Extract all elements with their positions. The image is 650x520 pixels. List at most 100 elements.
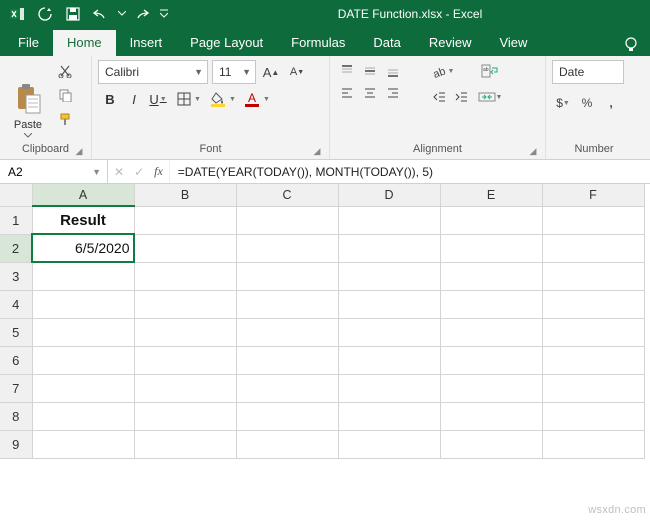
cell-F7[interactable] <box>542 374 644 402</box>
align-top-button[interactable] <box>336 60 358 82</box>
cell-A3[interactable] <box>32 262 134 290</box>
cell-A7[interactable] <box>32 374 134 402</box>
cell-A1[interactable]: Result <box>32 206 134 234</box>
increase-indent-button[interactable] <box>450 86 472 108</box>
cell-F4[interactable] <box>542 290 644 318</box>
tab-review[interactable]: Review <box>415 30 486 56</box>
enter-formula-icon[interactable]: ✓ <box>134 165 144 179</box>
align-bottom-button[interactable] <box>382 60 404 82</box>
row-header[interactable]: 2 <box>0 234 32 262</box>
cell-E6[interactable] <box>440 346 542 374</box>
cell-B4[interactable] <box>134 290 236 318</box>
align-middle-button[interactable] <box>359 60 381 82</box>
tab-page-layout[interactable]: Page Layout <box>176 30 277 56</box>
save-icon[interactable] <box>60 2 86 26</box>
number-format-select[interactable]: Date <box>552 60 624 84</box>
cell-D8[interactable] <box>338 402 440 430</box>
cell-E1[interactable] <box>440 206 542 234</box>
row-header[interactable]: 5 <box>0 318 32 346</box>
cell-F1[interactable] <box>542 206 644 234</box>
percent-format-button[interactable]: % <box>576 92 598 114</box>
tell-me-lightbulb-icon[interactable] <box>620 34 642 56</box>
cell-B3[interactable] <box>134 262 236 290</box>
orientation-button[interactable]: ab▼ <box>428 60 458 82</box>
cell-B8[interactable] <box>134 402 236 430</box>
name-box[interactable]: A2 ▼ <box>0 160 108 183</box>
cell-A8[interactable] <box>32 402 134 430</box>
row-header[interactable]: 4 <box>0 290 32 318</box>
cell-C2[interactable] <box>236 234 338 262</box>
excel-app-icon[interactable] <box>4 2 30 26</box>
cell-C7[interactable] <box>236 374 338 402</box>
cell-E5[interactable] <box>440 318 542 346</box>
redo-button[interactable] <box>130 2 156 26</box>
fill-color-button[interactable]: ▼ <box>208 88 238 110</box>
cell-B2[interactable] <box>134 234 236 262</box>
cell-E4[interactable] <box>440 290 542 318</box>
font-color-button[interactable]: A ▼ <box>242 88 272 110</box>
tab-data[interactable]: Data <box>359 30 414 56</box>
select-all-corner[interactable] <box>0 184 32 206</box>
cell-D4[interactable] <box>338 290 440 318</box>
cell-A6[interactable] <box>32 346 134 374</box>
row-header[interactable]: 8 <box>0 402 32 430</box>
column-header[interactable]: A <box>32 184 134 206</box>
qat-customize-icon[interactable] <box>158 2 170 26</box>
copy-button[interactable] <box>54 84 76 106</box>
alignment-launcher-icon[interactable]: ◢ <box>527 145 539 157</box>
cell-D6[interactable] <box>338 346 440 374</box>
undo-dropdown-icon[interactable] <box>116 2 128 26</box>
cancel-formula-icon[interactable]: ✕ <box>114 165 124 179</box>
decrease-indent-button[interactable] <box>428 86 450 108</box>
wrap-text-button[interactable]: ab <box>476 60 504 82</box>
cell-B1[interactable] <box>134 206 236 234</box>
cell-A5[interactable] <box>32 318 134 346</box>
cell-C5[interactable] <box>236 318 338 346</box>
cell-B5[interactable] <box>134 318 236 346</box>
cell-F9[interactable] <box>542 430 644 458</box>
cell-D9[interactable] <box>338 430 440 458</box>
cell-B6[interactable] <box>134 346 236 374</box>
insert-function-button[interactable]: fx <box>154 164 163 179</box>
column-header[interactable]: E <box>440 184 542 206</box>
cell-E3[interactable] <box>440 262 542 290</box>
font-family-select[interactable]: Calibri ▼ <box>98 60 208 84</box>
cell-F8[interactable] <box>542 402 644 430</box>
align-center-button[interactable] <box>359 82 381 104</box>
undo-button[interactable] <box>88 2 114 26</box>
tab-formulas[interactable]: Formulas <box>277 30 359 56</box>
tab-insert[interactable]: Insert <box>116 30 177 56</box>
cell-E2[interactable] <box>440 234 542 262</box>
autosave-icon[interactable] <box>32 2 58 26</box>
cell-A4[interactable] <box>32 290 134 318</box>
cell-A2[interactable]: 6/5/2020 <box>32 234 134 262</box>
tab-file[interactable]: File <box>4 30 53 56</box>
cell-C1[interactable] <box>236 206 338 234</box>
row-header[interactable]: 6 <box>0 346 32 374</box>
formula-input[interactable]: =DATE(YEAR(TODAY()), MONTH(TODAY()), 5) <box>170 160 650 183</box>
cell-C3[interactable] <box>236 262 338 290</box>
italic-button[interactable]: I <box>122 88 146 110</box>
cell-E8[interactable] <box>440 402 542 430</box>
format-painter-button[interactable] <box>54 108 76 130</box>
cell-D5[interactable] <box>338 318 440 346</box>
cell-D1[interactable] <box>338 206 440 234</box>
increase-font-button[interactable]: A▲ <box>260 61 282 83</box>
cut-button[interactable] <box>54 60 76 82</box>
cell-B9[interactable] <box>134 430 236 458</box>
cell-B7[interactable] <box>134 374 236 402</box>
font-size-select[interactable]: 11 ▼ <box>212 60 256 84</box>
column-header[interactable]: B <box>134 184 236 206</box>
accounting-format-button[interactable]: $▼ <box>552 92 574 114</box>
cell-C4[interactable] <box>236 290 338 318</box>
font-launcher-icon[interactable]: ◢ <box>311 145 323 157</box>
bold-button[interactable]: B <box>98 88 122 110</box>
cell-C8[interactable] <box>236 402 338 430</box>
cell-D3[interactable] <box>338 262 440 290</box>
tab-home[interactable]: Home <box>53 30 116 56</box>
cell-C6[interactable] <box>236 346 338 374</box>
align-left-button[interactable] <box>336 82 358 104</box>
cell-E9[interactable] <box>440 430 542 458</box>
row-header[interactable]: 7 <box>0 374 32 402</box>
comma-format-button[interactable]: , <box>600 92 622 114</box>
